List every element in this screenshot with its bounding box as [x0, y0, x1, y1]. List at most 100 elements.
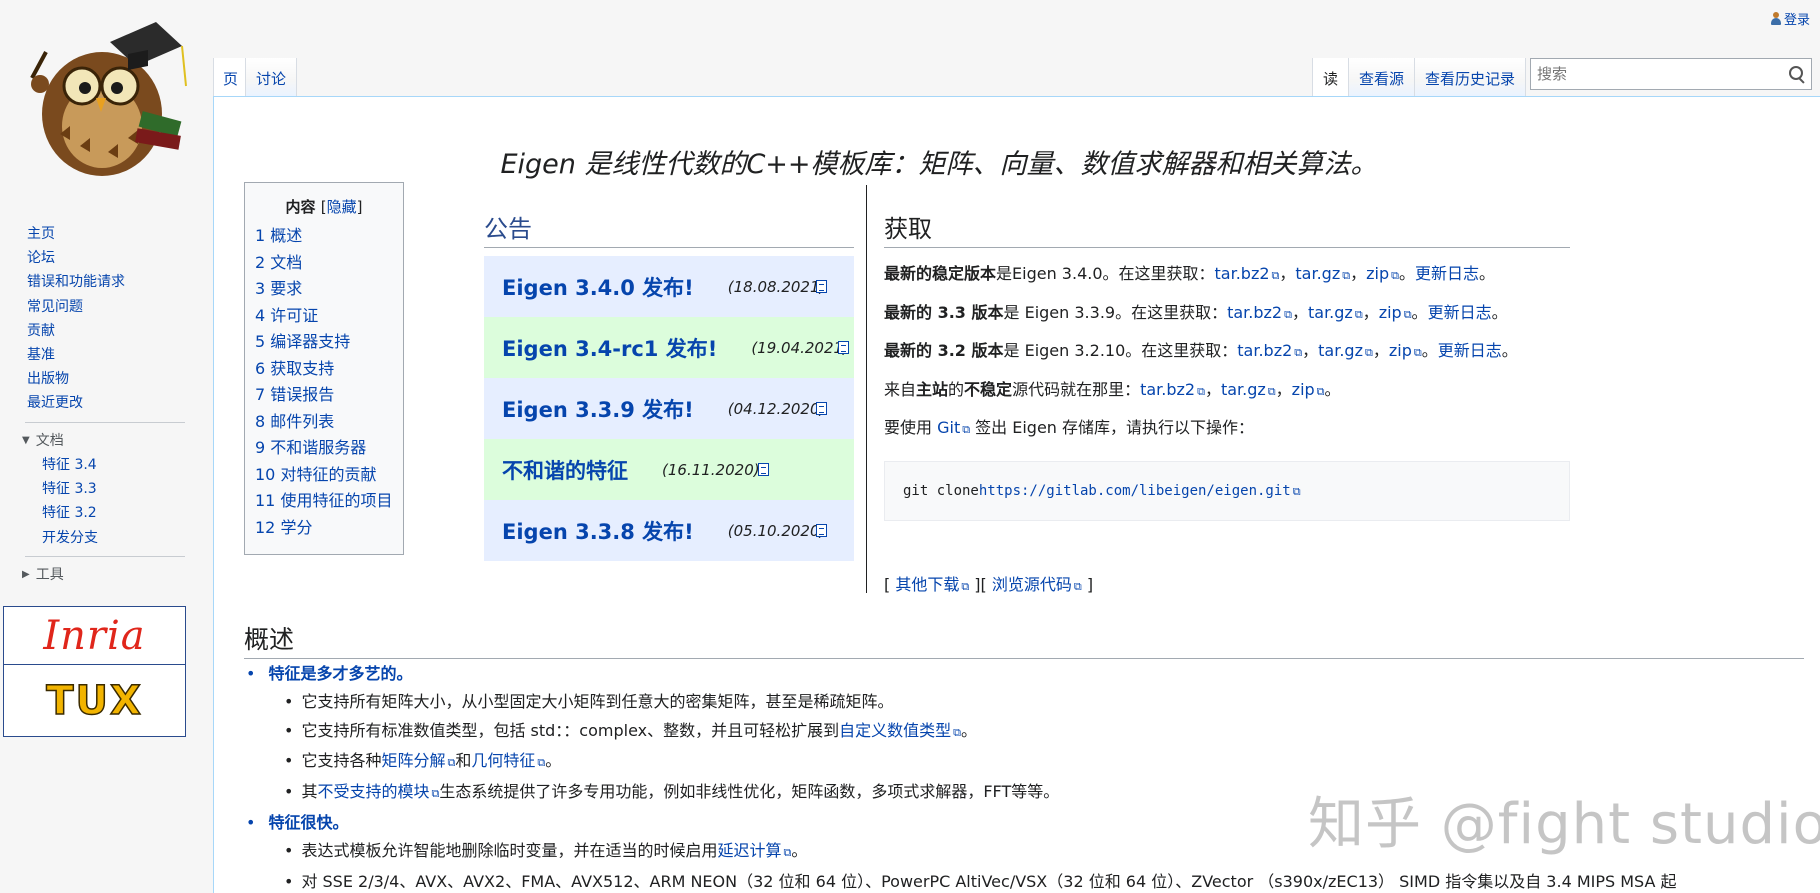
- download-zip-link[interactable]: zip: [1389, 341, 1422, 360]
- view-tabs: 读 查看源 查看历史记录: [1312, 58, 1527, 96]
- news-section: 公告 Eigen 3.4.0 发布! (18.08.2021) Eigen 3.4…: [484, 209, 854, 561]
- download-tarbz2-link[interactable]: tar.bz2: [1140, 380, 1205, 399]
- main-content: Eigen 是线性代数的C++模板库：矩阵、向量、数值求解器和相关算法。 内容 …: [213, 96, 1820, 893]
- tab-read[interactable]: 读: [1312, 58, 1350, 96]
- feature-versatile-link[interactable]: 特征是多才多艺的。: [269, 664, 413, 683]
- toc-item[interactable]: 3 要求: [255, 276, 403, 303]
- toc-item[interactable]: 11 使用特征的项目: [255, 488, 403, 515]
- sidebar-item-docs-34[interactable]: 特征 3.4: [0, 453, 210, 477]
- partner-logos: Inria TUX: [3, 606, 186, 737]
- toc-item[interactable]: 9 不和谐服务器: [255, 435, 403, 462]
- toc-item[interactable]: 5 编译器支持: [255, 329, 403, 356]
- sidebar-tools-toggle[interactable]: ▶ 工具: [0, 563, 210, 587]
- download-targz-link[interactable]: tar.gz: [1295, 264, 1350, 283]
- get-heading: 获取: [884, 209, 1570, 248]
- watermark: 知乎 @fight studio: [1308, 792, 1820, 857]
- other-downloads-link[interactable]: 其他下载: [895, 575, 969, 594]
- toc-item[interactable]: 4 许可证: [255, 303, 403, 330]
- document-icon: [816, 402, 827, 415]
- sidebar-item-recent-changes[interactable]: 最近更改: [0, 391, 210, 415]
- geometry-features-link[interactable]: 几何特征: [471, 751, 545, 770]
- toc-item[interactable]: 6 获取支持: [255, 356, 403, 383]
- sidebar-item-forum[interactable]: 论坛: [0, 246, 210, 270]
- overview-heading: 概述: [244, 620, 1804, 659]
- release-33-line: 最新的 3.3 版本是 Eigen 3.3.9。在这里获取：tar.bz2，ta…: [884, 295, 1570, 334]
- unsupported-modules-link[interactable]: 不受支持的模块: [317, 782, 439, 801]
- toc-item[interactable]: 2 文档: [255, 250, 403, 277]
- sidebar-item-bugs[interactable]: 错误和功能请求: [0, 270, 210, 294]
- sidebar-nav: 主页 论坛 错误和功能请求 常见问题 贡献 基准 出版物 最近更改: [0, 222, 210, 416]
- sidebar-item-benchmark[interactable]: 基准: [0, 343, 210, 367]
- sidebar-item-contribute[interactable]: 贡献: [0, 319, 210, 343]
- changelog-link[interactable]: 更新日志: [1428, 303, 1492, 322]
- download-zip-link[interactable]: zip: [1292, 380, 1325, 399]
- stable-release-line: 最新的稳定版本是Eigen 3.4.0。在这里获取：tar.bz2，tar.gz…: [884, 256, 1570, 295]
- lazy-evaluation-link[interactable]: 延迟计算: [717, 841, 791, 860]
- toc-list: 1 概述 2 文档 3 要求 4 许可证 5 编译器支持 6 获取支持 7 错误…: [245, 223, 403, 541]
- search-icon[interactable]: [1781, 59, 1811, 89]
- download-targz-link[interactable]: tar.gz: [1308, 303, 1363, 322]
- toc-item[interactable]: 12 学分: [255, 515, 403, 542]
- login-link[interactable]: 登录: [1770, 9, 1810, 28]
- toc-title: 内容 [隐藏]: [285, 198, 363, 216]
- tux-family-logo[interactable]: TUX: [4, 665, 185, 737]
- sidebar-divider: [25, 556, 185, 558]
- sidebar-item-faq[interactable]: 常见问题: [0, 295, 210, 319]
- download-tarbz2-link[interactable]: tar.bz2: [1237, 341, 1302, 360]
- download-tarbz2-link[interactable]: tar.bz2: [1227, 303, 1292, 322]
- document-icon: [816, 524, 827, 537]
- toc-item[interactable]: 10 对特征的贡献: [255, 462, 403, 489]
- tab-history[interactable]: 查看历史记录: [1415, 58, 1527, 96]
- tab-view-source[interactable]: 查看源: [1349, 58, 1416, 96]
- table-of-contents: 内容 [隐藏] 1 概述 2 文档 3 要求 4 许可证 5 编译器支持 6 获…: [244, 182, 404, 555]
- sidebar-item-publications[interactable]: 出版物: [0, 367, 210, 391]
- sidebar-docs-toggle[interactable]: ▼ 文档: [0, 429, 210, 453]
- tab-discussion[interactable]: 讨论: [246, 58, 298, 96]
- news-item[interactable]: Eigen 3.3.8 发布! (05.10.2020): [484, 500, 854, 561]
- toc-item[interactable]: 1 概述: [255, 223, 403, 250]
- release-32-line: 最新的 3.2 版本是 Eigen 3.2.10。在这里获取：tar.bz2，t…: [884, 333, 1570, 372]
- browse-source-link[interactable]: 浏览源代码: [992, 575, 1082, 594]
- sidebar-item-docs-32[interactable]: 特征 3.2: [0, 501, 210, 525]
- news-item[interactable]: Eigen 3.3.9 发布! (04.12.2020): [484, 378, 854, 439]
- triangle-right-icon: ▶: [22, 569, 30, 581]
- download-targz-link[interactable]: tar.gz: [1221, 380, 1276, 399]
- download-zip-link[interactable]: zip: [1366, 264, 1399, 283]
- document-icon: [838, 341, 849, 354]
- changelog-link[interactable]: 更新日志: [1438, 341, 1502, 360]
- news-item[interactable]: Eigen 3.4.0 发布! (18.08.2021): [484, 256, 854, 317]
- download-zip-link[interactable]: zip: [1379, 303, 1412, 322]
- sidebar-item-docs-33[interactable]: 特征 3.3: [0, 477, 210, 501]
- sidebar-item-main-page[interactable]: 主页: [0, 222, 210, 246]
- news-item[interactable]: 不和谐的特征 (16.11.2020): [484, 439, 854, 500]
- search-box: [1530, 58, 1812, 90]
- toc-item[interactable]: 7 错误报告: [255, 382, 403, 409]
- sidebar-item-docs-dev[interactable]: 开发分支: [0, 526, 210, 550]
- search-input[interactable]: [1531, 65, 1781, 83]
- feature-fast-link[interactable]: 特征很快。: [269, 813, 349, 832]
- list-item: 它支持所有矩阵大小，从小型固定大小矩阵到任意大的密集矩阵，甚至是稀疏矩阵。: [284, 688, 1804, 717]
- tab-page[interactable]: 页: [213, 58, 247, 96]
- sidebar-docs-list: 特征 3.4 特征 3.3 特征 3.2 开发分支: [0, 453, 210, 551]
- custom-numeric-types-link[interactable]: 自定义数值类型: [839, 721, 961, 740]
- sidebar-docs-heading: 文档: [35, 432, 64, 449]
- git-clone-code-block[interactable]: git clone https://gitlab.com/libeigen/ei…: [884, 460, 1570, 521]
- list-item: 它支持各种矩阵分解和几何特征。: [284, 747, 1804, 778]
- sidebar-divider: [25, 421, 185, 423]
- news-item[interactable]: Eigen 3.4-rc1 发布! (19.04.2021): [484, 317, 854, 378]
- document-icon: [758, 463, 769, 476]
- matrix-decompositions-link[interactable]: 矩阵分解: [381, 751, 455, 770]
- list-item: 它支持所有标准数值类型，包括 std：：complex、整数，并且可轻松扩展到自…: [284, 717, 1804, 748]
- git-link[interactable]: Git: [937, 418, 970, 437]
- changelog-link[interactable]: 更新日志: [1415, 264, 1479, 283]
- get-section: 获取 最新的稳定版本是Eigen 3.4.0。在这里获取：tar.bz2，tar…: [884, 209, 1570, 605]
- toc-item[interactable]: 8 邮件列表: [255, 409, 403, 436]
- document-icon: [816, 280, 827, 293]
- gitlab-repo-link[interactable]: https://gitlab.com/libeigen/eigen.git: [979, 483, 1301, 499]
- download-targz-link[interactable]: tar.gz: [1318, 341, 1373, 360]
- toc-hide-link[interactable]: 隐藏: [327, 198, 357, 216]
- download-tarbz2-link[interactable]: tar.bz2: [1215, 264, 1280, 283]
- eigen-owl-logo[interactable]: [10, 6, 190, 186]
- inria-logo[interactable]: Inria: [4, 607, 185, 665]
- sidebar: 主页 论坛 错误和功能请求 常见问题 贡献 基准 出版物 最近更改 ▼ 文档 特…: [0, 222, 210, 587]
